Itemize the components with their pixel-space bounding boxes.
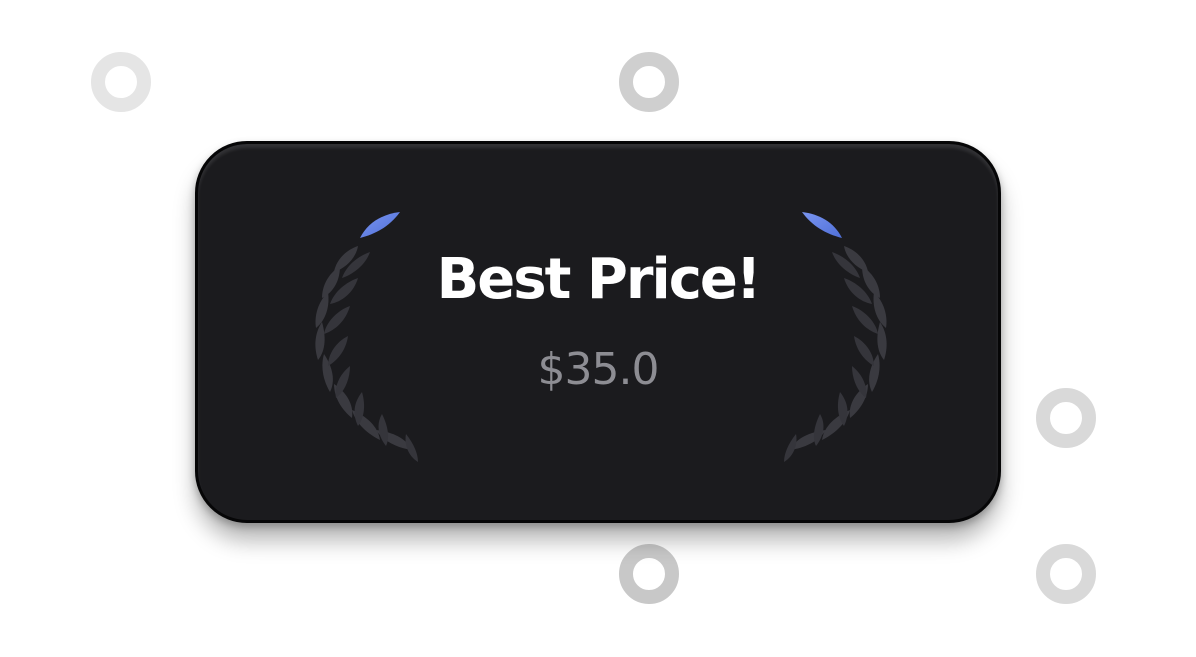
resize-handle-bottom-right[interactable] xyxy=(1036,544,1096,604)
resize-handle-top-left[interactable] xyxy=(91,52,151,112)
resize-handle-bottom[interactable] xyxy=(619,544,679,604)
resize-handle-top[interactable] xyxy=(619,52,679,112)
best-price-badge[interactable]: Best Price! $35.0 xyxy=(195,141,1001,523)
badge-title: Best Price! xyxy=(436,247,762,312)
canvas: Best Price! $35.0 xyxy=(0,0,1196,657)
badge-price: $35.0 xyxy=(537,344,660,395)
resize-handle-right[interactable] xyxy=(1036,388,1096,448)
